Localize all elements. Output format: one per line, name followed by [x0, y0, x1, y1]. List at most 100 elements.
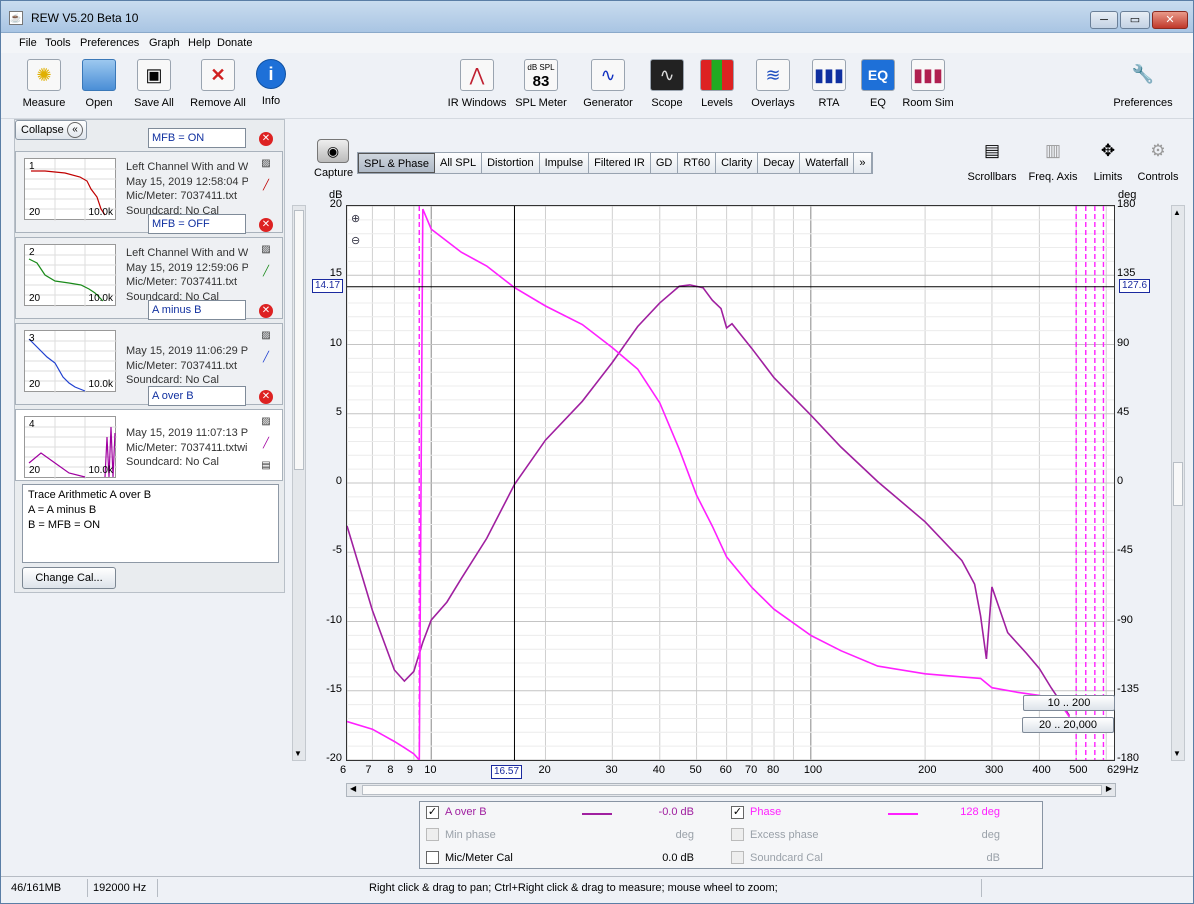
tab-impulse[interactable]: Impulse [539, 153, 590, 173]
remove-measurement-1-icon[interactable]: ✕ [259, 132, 273, 146]
menu-graph[interactable]: Graph [149, 37, 180, 49]
remove-measurement-2-icon[interactable]: ✕ [259, 218, 273, 232]
legend-checkbox-min-phase[interactable] [426, 828, 439, 841]
room-sim-button[interactable]: ▮▮▮ Room Sim [901, 59, 955, 109]
controls-label: Controls [1137, 171, 1179, 183]
scroll-down-arrow-icon[interactable]: ▼ [1173, 749, 1181, 758]
tab-filtered-ir[interactable]: Filtered IR [589, 153, 651, 173]
controls-gear-icon: ⚙ [1150, 141, 1166, 160]
measurement-notes[interactable]: Trace Arithmetic A over B A = A minus B … [22, 484, 279, 563]
zoom-in-icon[interactable]: ⊕ [351, 212, 360, 225]
y-right-tick-label: 180 [1117, 198, 1136, 210]
edit-icon[interactable]: ▨ [259, 243, 273, 257]
ir-windows-button[interactable]: ⋀ IR Windows [447, 59, 507, 109]
save-all-button[interactable]: ▣ Save All [131, 59, 177, 109]
panel-scrollbar-thumb[interactable] [294, 210, 304, 470]
collapse-button[interactable]: Collapse « [15, 120, 87, 140]
measurement-card-4[interactable]: 4 20 10.0k May 15, 2019 11:07:13 PM Mic/… [15, 409, 283, 481]
legend-swatch-a-over-b [582, 813, 612, 815]
tab-more[interactable]: » [854, 153, 872, 173]
scope-button[interactable]: ∿ Scope [647, 59, 687, 109]
rta-button[interactable]: ▮▮▮ RTA [811, 59, 847, 109]
open-button[interactable]: Open [79, 59, 119, 109]
legend-checkbox-phase[interactable]: ✓ [731, 806, 744, 819]
range-20-20000-button[interactable]: 20 .. 20,000 [1022, 717, 1114, 733]
legend-checkbox-mic-meter-cal[interactable] [426, 851, 439, 864]
measurement-info-3: May 15, 2019 11:06:29 PM Mic/Meter: 7037… [126, 344, 248, 388]
spl-meter-button[interactable]: dB SPL 83 SPL Meter [515, 59, 567, 109]
y-left-tick-label: 0 [335, 475, 342, 487]
graph-horizontal-scrollbar[interactable]: ◀ ▶ [346, 783, 1116, 797]
scrollbars-button[interactable]: ▤ Scrollbars [963, 139, 1021, 183]
double-chevron-left-icon: « [67, 122, 83, 138]
measurement-number: 3 [29, 333, 35, 344]
menu-tools[interactable]: Tools [45, 37, 71, 49]
legend-value-mic-meter-cal: 0.0 dB [662, 852, 694, 864]
edit-icon[interactable]: ▨ [259, 329, 273, 343]
tab-clarity[interactable]: Clarity [716, 153, 759, 173]
limits-button[interactable]: ✥ Limits [1089, 139, 1127, 183]
graph-canvas[interactable] [346, 205, 1114, 763]
graph-scrollbar-thumb[interactable] [1173, 462, 1183, 506]
tab-spl-phase[interactable]: SPL & Phase [358, 153, 436, 173]
y-left-tick-label: 15 [329, 267, 342, 280]
legend-label-a-over-b: A over B [445, 806, 487, 818]
measurement-name-1[interactable]: MFB = ON [148, 128, 246, 148]
tab-distortion[interactable]: Distortion [482, 153, 540, 173]
change-cal-button[interactable]: Change Cal... [22, 567, 116, 589]
remove-measurement-4-icon[interactable]: ✕ [259, 390, 273, 404]
close-window-button[interactable]: ✕ [1152, 11, 1188, 29]
freq-axis-button[interactable]: ▥ Freq. Axis [1025, 139, 1081, 183]
tab-all-spl[interactable]: All SPL [435, 153, 483, 173]
trace-color-icon[interactable]: ╱ [259, 179, 273, 193]
remove-measurement-3-icon[interactable]: ✕ [259, 304, 273, 318]
menu-help[interactable]: Help [188, 37, 211, 49]
menu-donate[interactable]: Donate [217, 37, 252, 49]
trace-color-icon[interactable]: ╱ [259, 437, 273, 451]
trace-color-icon[interactable]: ╱ [259, 265, 273, 279]
legend-checkbox-excess-phase[interactable] [731, 828, 744, 841]
zoom-out-icon[interactable]: ⊖ [351, 234, 360, 247]
notes-icon[interactable]: ▤ [259, 459, 273, 473]
edit-icon[interactable]: ▨ [259, 157, 273, 171]
spl-phase-graph[interactable]: ⊕ ⊖ [346, 205, 1115, 763]
overlays-button[interactable]: ≋ Overlays [749, 59, 797, 109]
generator-button[interactable]: ∿ Generator [581, 59, 635, 109]
tab-waterfall[interactable]: Waterfall [800, 153, 855, 173]
graph-hscroll-thumb[interactable] [362, 785, 1102, 795]
scroll-up-arrow-icon[interactable]: ▲ [1173, 208, 1181, 217]
menu-file[interactable]: File [19, 37, 37, 49]
capture-button[interactable]: ◉ Capture [314, 139, 353, 179]
edit-icon[interactable]: ▨ [259, 415, 273, 429]
measurement-name-3[interactable]: A minus B [148, 300, 246, 320]
legend-checkbox-soundcard-cal[interactable] [731, 851, 744, 864]
remove-all-button[interactable]: ✕ Remove All [189, 59, 247, 109]
preferences-button[interactable]: 🔧 Preferences [1111, 59, 1175, 109]
tab-rt60[interactable]: RT60 [678, 153, 717, 173]
menu-preferences[interactable]: Preferences [80, 37, 139, 49]
measure-button[interactable]: ✺ Measure [21, 59, 67, 109]
scrollbars-icon: ▤ [983, 141, 1001, 160]
maximize-button[interactable]: ▭ [1120, 11, 1150, 29]
tab-decay[interactable]: Decay [758, 153, 801, 173]
scroll-right-arrow-icon[interactable]: ▶ [1106, 784, 1112, 793]
panel-scrollbar[interactable]: ▼ [292, 205, 306, 761]
notes-line: A = A minus B [28, 504, 97, 516]
preferences-label: Preferences [1113, 97, 1173, 109]
measurement-name-2[interactable]: MFB = OFF [148, 214, 246, 234]
eq-button[interactable]: EQ EQ [861, 59, 895, 109]
x-tick-label: 50 [689, 764, 702, 776]
info-button[interactable]: i Info [253, 59, 289, 107]
menu-bar: File Tools Preferences Graph Help Donate [1, 33, 1193, 53]
scroll-left-arrow-icon[interactable]: ◀ [350, 784, 356, 793]
controls-button[interactable]: ⚙ Controls [1135, 139, 1181, 183]
minimize-button[interactable]: ─ [1090, 11, 1118, 29]
scroll-down-arrow-icon[interactable]: ▼ [294, 749, 302, 758]
trace-color-icon[interactable]: ╱ [259, 351, 273, 365]
legend-checkbox-a-over-b[interactable]: ✓ [426, 806, 439, 819]
levels-button[interactable]: Levels [697, 59, 737, 109]
range-10-200-button[interactable]: 10 .. 200 [1023, 695, 1115, 711]
tab-gd[interactable]: GD [650, 153, 679, 173]
measurement-name-4[interactable]: A over B [148, 386, 246, 406]
graph-vertical-scrollbar[interactable]: ▲ ▼ [1171, 205, 1185, 761]
